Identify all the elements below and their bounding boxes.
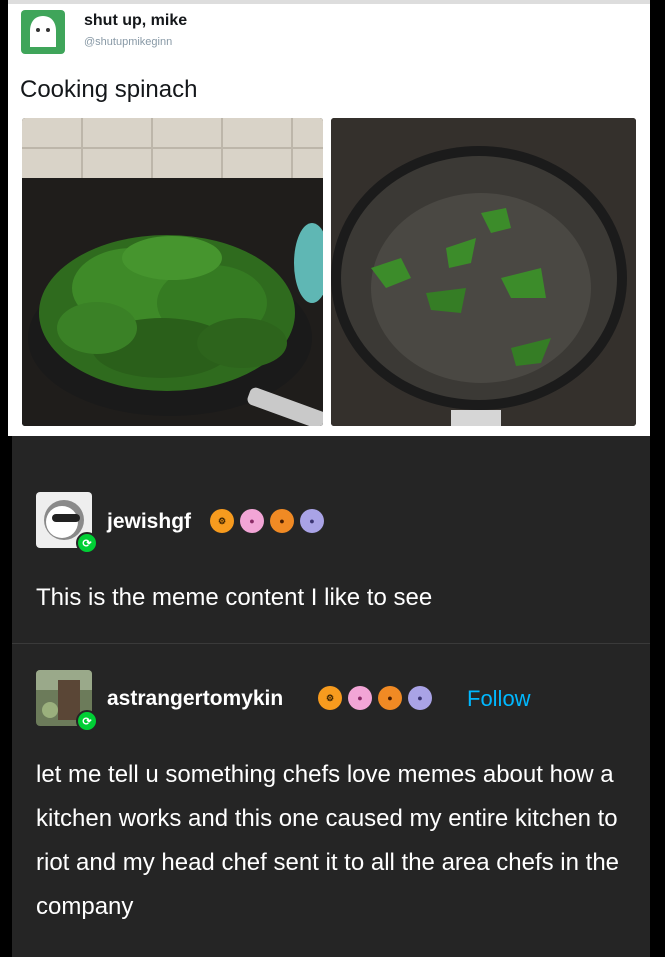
tweet-avatar[interactable] — [21, 10, 65, 54]
follow-button[interactable]: Follow — [467, 686, 531, 712]
orange-gear-badge-icon[interactable]: ⚙ — [210, 509, 234, 533]
avatar-astrangertomykin[interactable]: ⟳ — [36, 670, 98, 732]
reblog-icon: ⟳ — [76, 532, 98, 554]
orange-gear-badge-icon[interactable]: ⚙ — [318, 686, 342, 710]
reblog-text-astrangertomykin: let me tell u something chefs love memes… — [36, 761, 620, 920]
divider — [8, 0, 650, 4]
tweet-card: shut up, mike @shutupmikeginn Cooking sp… — [8, 0, 650, 436]
reblog-text-jewishgf: This is the meme content I like to see — [36, 584, 433, 611]
badge-row: ⚙ ● ● ● — [210, 509, 324, 533]
pink-paw-badge-icon[interactable]: ● — [240, 509, 264, 533]
username-astrangertomykin[interactable]: astrangertomykin — [107, 687, 283, 711]
page: shut up, mike @shutupmikeginn Cooking sp… — [0, 0, 665, 957]
reblog-icon: ⟳ — [76, 710, 98, 732]
tweet-author-name[interactable]: shut up, mike — [84, 12, 187, 30]
badge-row: ⚙ ● ● ● — [318, 686, 432, 710]
avatar-jewishgf[interactable]: ⟳ — [36, 492, 98, 554]
divider — [12, 643, 650, 644]
username-jewishgf[interactable]: jewishgf — [107, 510, 191, 534]
photo-raw-spinach[interactable] — [22, 118, 323, 426]
tweet-author-handle[interactable]: @shutupmikeginn — [84, 36, 172, 48]
photo-wilted-spinach[interactable] — [331, 118, 636, 426]
amber-paw-badge-icon[interactable]: ● — [270, 509, 294, 533]
ghost-icon — [30, 16, 56, 47]
violet-paw-badge-icon[interactable]: ● — [300, 509, 324, 533]
amber-paw-badge-icon[interactable]: ● — [378, 686, 402, 710]
violet-paw-badge-icon[interactable]: ● — [408, 686, 432, 710]
tweet-text: Cooking spinach — [20, 76, 198, 103]
pink-paw-badge-icon[interactable]: ● — [348, 686, 372, 710]
